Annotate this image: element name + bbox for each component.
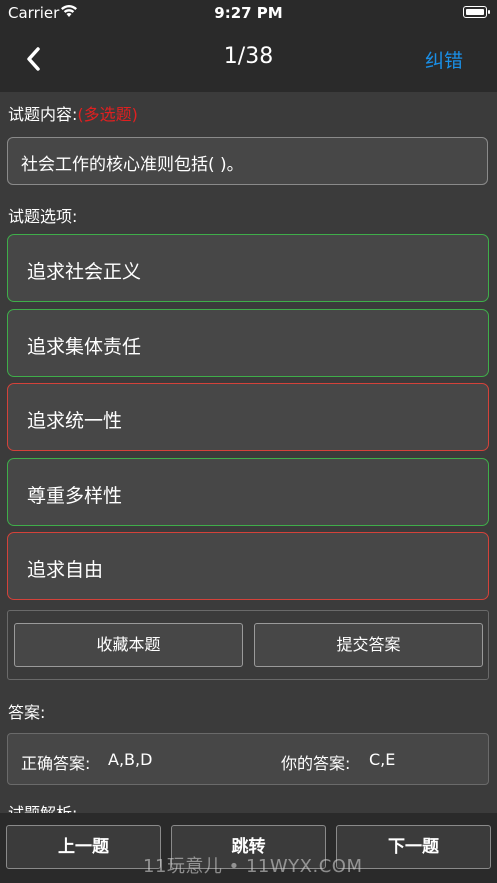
submit-answer-button[interactable]: 提交答案 [254,623,483,667]
navigation-bar: 1/38 纠错 [0,26,497,92]
question-type-badge: (多选题) [77,105,138,124]
content-label-text: 试题内容: [8,105,78,124]
question-text: 社会工作的核心准则包括( )。 [7,137,488,185]
option-c[interactable]: 追求统一性 [7,383,489,451]
option-a[interactable]: 追求社会正义 [7,234,489,302]
report-error-button[interactable]: 纠错 [425,46,463,73]
question-progress: 1/38 [223,44,274,69]
question-content-label: 试题内容:(多选题) [8,101,138,125]
question-content: 试题内容:(多选题) 社会工作的核心准则包括( )。 试题选项: 追求社会正义 … [0,92,497,813]
option-d[interactable]: 尊重多样性 [7,458,489,526]
favorite-button[interactable]: 收藏本题 [14,623,243,667]
option-e[interactable]: 追求自由 [7,532,489,600]
clock: 9:27 PM [214,4,283,22]
answer-box: 正确答案: A,B,D 你的答案: C,E [7,733,489,785]
watermark: 11玩意儿 • 11WYX.COM [143,856,363,877]
options-label: 试题选项: [8,207,78,226]
answer-label: 答案: [8,703,46,722]
battery-icon [463,6,490,18]
action-panel: 收藏本题 提交答案 [7,610,489,680]
your-answer-label: 你的答案: [281,754,351,773]
status-bar: Carrier 9:27 PM [0,0,497,26]
correct-answer-value: A,B,D [108,750,153,769]
analysis-label: 试题解析: [8,800,77,813]
correct-answer-label: 正确答案: [21,754,91,773]
option-b[interactable]: 追求集体责任 [7,309,489,377]
your-answer-value: C,E [369,750,396,769]
previous-question-button[interactable]: 上一题 [6,825,161,869]
